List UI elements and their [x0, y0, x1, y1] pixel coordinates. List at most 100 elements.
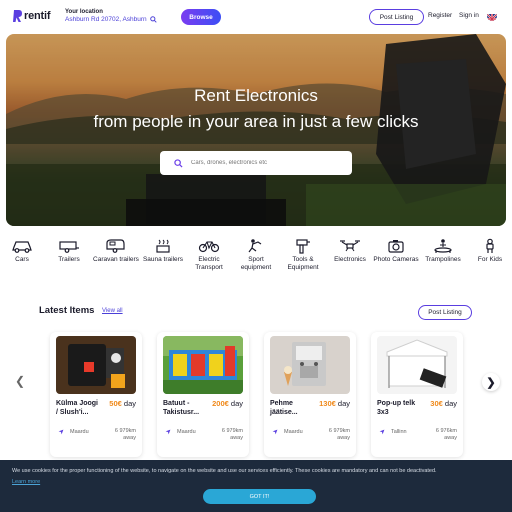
category-label: Cars — [15, 256, 29, 263]
hero-title: Rent Electronics — [194, 86, 318, 105]
category-label: For Kids — [477, 256, 503, 263]
hero-subtitle: from people in your area in just a few c… — [93, 112, 419, 131]
item-price-value: 30€ — [430, 399, 443, 408]
item-card[interactable]: Pop-up telk 3x3 30€ day Tallinn 6 976km … — [371, 332, 463, 457]
category-electronics[interactable]: Electronics — [327, 238, 373, 264]
location-arrow-icon — [165, 429, 171, 435]
category-electric-transport[interactable]: Electric Transport — [186, 238, 232, 272]
signin-link[interactable]: Sign in — [459, 12, 479, 19]
category-label: Sauna trailers — [142, 256, 184, 263]
chevron-left-icon: ❮ — [14, 374, 26, 388]
sauna-icon — [156, 239, 170, 253]
item-price-unit: day — [444, 399, 457, 408]
cookie-accept-button[interactable]: GOT IT! — [203, 489, 316, 504]
category-sauna-trailers[interactable]: Sauna trailers — [140, 238, 186, 264]
category-label: Trampolines — [425, 256, 461, 263]
item-location: Maardu — [165, 429, 196, 435]
item-price: 200€ day — [212, 399, 243, 408]
site-header: rentif Your location Ashburn Rd 20702, A… — [0, 0, 512, 34]
category-label: Caravan trailers — [93, 256, 139, 263]
item-location-text: Maardu — [70, 429, 89, 435]
item-price-unit: day — [230, 399, 243, 408]
category-trailers[interactable]: Trailers — [46, 238, 92, 264]
search-icon — [149, 16, 157, 23]
item-price: 30€ day — [430, 399, 457, 408]
location-selector[interactable]: Your location Ashburn Rd 20702, Ashburn — [65, 9, 157, 23]
location-arrow-icon — [379, 429, 385, 435]
category-label: Photo Cameras — [373, 256, 419, 263]
search-input[interactable] — [191, 160, 351, 166]
post-listing-button[interactable]: Post Listing — [369, 9, 424, 25]
item-distance: 6 976km away — [435, 428, 457, 441]
category-sport-equipment[interactable]: Sport equipment — [233, 238, 279, 272]
category-photo-cameras[interactable]: Photo Cameras — [373, 238, 419, 264]
hero-banner: Rent Electronics from people in your are… — [6, 34, 506, 226]
browse-button[interactable]: Browse — [181, 9, 221, 25]
item-location-text: Maardu — [177, 429, 196, 435]
item-name: Külma Joogi / Slush'i... — [56, 400, 99, 416]
category-label: Electric Transport — [195, 256, 223, 271]
category-label: Trailers — [58, 256, 80, 263]
hero-search-box[interactable] — [160, 151, 352, 175]
latest-items-title: Latest Items — [39, 305, 95, 316]
item-price: 50€ day — [109, 399, 136, 408]
drone-icon — [340, 240, 360, 252]
sport-icon — [248, 239, 262, 253]
carousel-prev-button[interactable]: ❮ — [12, 373, 28, 389]
cookie-text: We use cookies for the proper functionin… — [12, 468, 437, 474]
item-image — [163, 336, 243, 394]
search-icon — [174, 158, 183, 168]
caravan-icon — [106, 239, 125, 253]
view-all-link[interactable]: View all — [102, 308, 123, 314]
category-caravan-trailers[interactable]: Caravan trailers — [93, 238, 139, 264]
uk-flag-icon[interactable] — [487, 11, 497, 21]
logo-icon — [12, 9, 22, 23]
category-label: Sport equipment — [240, 256, 272, 271]
item-name: Pehme jäätise... — [270, 400, 298, 416]
item-location: Maardu — [58, 429, 89, 435]
car-icon — [12, 241, 32, 253]
item-card[interactable]: Batuut - Takistusr... 200€ day Maardu 6 … — [157, 332, 249, 457]
item-card[interactable]: Külma Joogi / Slush'i... 50€ day Maardu … — [50, 332, 142, 457]
item-name: Pop-up telk 3x3 — [377, 400, 416, 416]
category-label: Electronics — [334, 256, 366, 263]
item-location-text: Tallinn — [391, 429, 407, 435]
logo-text: rentif — [24, 10, 51, 22]
category-bar: Cars Trailers Caravan trailers Sauna tra… — [0, 238, 512, 278]
kids-icon — [486, 238, 494, 253]
item-distance: 6 979km away — [328, 428, 350, 441]
item-price-value: 200€ — [212, 399, 229, 408]
item-distance: 6 979km away — [221, 428, 243, 441]
trailer-icon — [59, 241, 79, 253]
cookie-banner: We use cookies for the proper functionin… — [0, 460, 512, 512]
item-price: 130€ day — [319, 399, 350, 408]
tools-icon — [296, 239, 310, 254]
post-listing-button[interactable]: Post Listing — [418, 305, 472, 320]
learn-more-link[interactable]: Learn more — [12, 479, 40, 485]
register-link[interactable]: Register — [428, 12, 452, 19]
location-value-row: Ashburn Rd 20702, Ashburn — [65, 16, 157, 23]
chevron-right-icon: ❯ — [486, 376, 496, 389]
item-location: Maardu — [272, 429, 303, 435]
location-value: Ashburn Rd 20702, Ashburn — [65, 16, 147, 23]
item-card[interactable]: Pehme jäätise... 130€ day Maardu 6 979km… — [264, 332, 356, 457]
category-for-kids[interactable]: For Kids — [467, 238, 512, 264]
item-price-value: 50€ — [109, 399, 122, 408]
category-tools-equipment[interactable]: Tools & Equipment — [280, 238, 326, 272]
item-price-unit: day — [123, 399, 136, 408]
item-location-text: Maardu — [284, 429, 303, 435]
location-title: Your location — [65, 9, 103, 15]
category-trampolines[interactable]: Trampolines — [420, 238, 466, 264]
logo[interactable]: rentif — [12, 9, 51, 23]
location-arrow-icon — [58, 429, 64, 435]
item-location: Tallinn — [379, 429, 407, 435]
category-cars[interactable]: Cars — [0, 238, 45, 264]
category-label: Tools & Equipment — [287, 256, 319, 271]
camera-icon — [388, 240, 404, 253]
item-image — [56, 336, 136, 394]
item-price-value: 130€ — [319, 399, 336, 408]
trampoline-icon — [434, 239, 452, 253]
carousel-next-button[interactable]: ❯ — [482, 373, 500, 391]
bicycle-icon — [198, 241, 220, 253]
location-arrow-icon — [272, 429, 278, 435]
